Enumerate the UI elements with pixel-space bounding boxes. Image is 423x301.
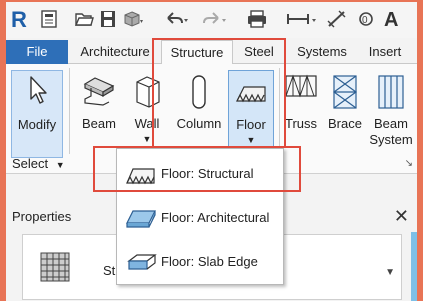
floor-structural-icon bbox=[234, 79, 268, 108]
select-label: Select bbox=[12, 156, 49, 171]
open-folder-icon[interactable] bbox=[74, 9, 94, 31]
ribbon-tabs: File Architecture Structure Steel System… bbox=[6, 40, 417, 65]
text-icon[interactable]: A bbox=[384, 9, 402, 31]
beam-icon bbox=[81, 74, 117, 109]
wall-icon bbox=[131, 74, 163, 111]
beam-system-button[interactable]: Beam System bbox=[368, 70, 414, 158]
revit-logo-icon[interactable]: R bbox=[11, 9, 27, 31]
truss-button[interactable]: Truss bbox=[282, 70, 320, 158]
menu-item-label: Floor: Architectural bbox=[161, 210, 270, 225]
brace-label: Brace bbox=[328, 116, 362, 131]
column-icon bbox=[189, 74, 209, 113]
truss-label: Truss bbox=[284, 116, 318, 131]
floor-slab-edge-icon bbox=[125, 249, 157, 278]
undo-icon[interactable] bbox=[164, 9, 190, 31]
save-icon[interactable] bbox=[99, 9, 117, 31]
floor-structural-icon bbox=[125, 161, 157, 190]
close-icon[interactable]: ✕ bbox=[394, 206, 409, 227]
revit-window: R 0 A File Architecture Structure Steel … bbox=[6, 2, 417, 301]
tab-file[interactable]: File bbox=[6, 40, 68, 64]
beam-system-label-line2: System bbox=[369, 132, 413, 147]
tab-steel[interactable]: Steel bbox=[236, 40, 282, 64]
sync-icon[interactable] bbox=[122, 9, 144, 31]
beam-button[interactable]: Beam bbox=[74, 70, 124, 158]
measure-icon[interactable] bbox=[286, 9, 318, 31]
print-icon[interactable] bbox=[246, 9, 268, 31]
brace-button[interactable]: Brace bbox=[324, 70, 366, 158]
tag-icon[interactable]: 0 bbox=[356, 9, 378, 31]
panel-divider bbox=[279, 68, 280, 154]
quick-access-toolbar: R 0 A bbox=[6, 2, 417, 38]
panel-divider bbox=[69, 68, 70, 154]
column-button[interactable]: Column bbox=[171, 70, 227, 158]
panel-launcher-icon[interactable]: ↘ bbox=[405, 158, 413, 169]
beam-system-icon bbox=[376, 74, 406, 113]
menu-item-floor-structural[interactable]: Floor: Structural bbox=[117, 153, 283, 195]
floor-architectural-icon bbox=[125, 205, 157, 234]
redo-icon[interactable] bbox=[202, 9, 228, 31]
select-dropdown[interactable]: Select ▼ bbox=[6, 154, 69, 174]
svg-text:0: 0 bbox=[362, 15, 368, 26]
app-logo-letter: R bbox=[11, 7, 27, 32]
floor-label: Floor bbox=[236, 117, 266, 132]
tab-systems[interactable]: Systems bbox=[290, 40, 354, 64]
floor-dropdown-menu: Floor: Structural Floor: Architectural F… bbox=[116, 148, 284, 285]
menu-item-floor-architectural[interactable]: Floor: Architectural bbox=[117, 197, 283, 239]
new-file-icon[interactable] bbox=[40, 9, 58, 31]
floor-chevron-down-icon: ▼ bbox=[246, 135, 256, 145]
chevron-down-icon: ▼ bbox=[55, 160, 65, 170]
text-button-label: A bbox=[384, 9, 399, 31]
wall-label: Wall bbox=[134, 116, 160, 131]
beam-label: Beam bbox=[82, 116, 116, 131]
chevron-down-icon[interactable]: ▼ bbox=[385, 267, 395, 278]
tab-architecture[interactable]: Architecture bbox=[72, 40, 158, 64]
modify-button[interactable]: Modify bbox=[11, 70, 63, 158]
type-preview-icon bbox=[37, 249, 73, 290]
menu-item-label: Floor: Slab Edge bbox=[161, 254, 258, 269]
brace-icon bbox=[330, 74, 360, 113]
beam-system-label-line1: Beam bbox=[374, 116, 408, 131]
truss-icon bbox=[284, 74, 318, 101]
scrollbar[interactable] bbox=[411, 232, 417, 301]
floor-button[interactable]: Floor ▼ bbox=[228, 70, 274, 158]
wall-button[interactable]: Wall ▼ bbox=[126, 70, 168, 158]
properties-title: Properties bbox=[12, 209, 72, 224]
tab-structure[interactable]: Structure bbox=[161, 40, 233, 65]
menu-item-floor-slab-edge[interactable]: Floor: Slab Edge bbox=[117, 241, 283, 283]
modify-label: Modify bbox=[17, 117, 57, 132]
menu-item-label: Floor: Structural bbox=[161, 166, 254, 181]
tab-insert[interactable]: Insert bbox=[360, 40, 410, 64]
cursor-arrow-icon bbox=[26, 75, 48, 108]
wall-chevron-down-icon: ▼ bbox=[142, 134, 152, 144]
dimension-icon[interactable] bbox=[326, 9, 348, 31]
column-label: Column bbox=[176, 116, 222, 131]
